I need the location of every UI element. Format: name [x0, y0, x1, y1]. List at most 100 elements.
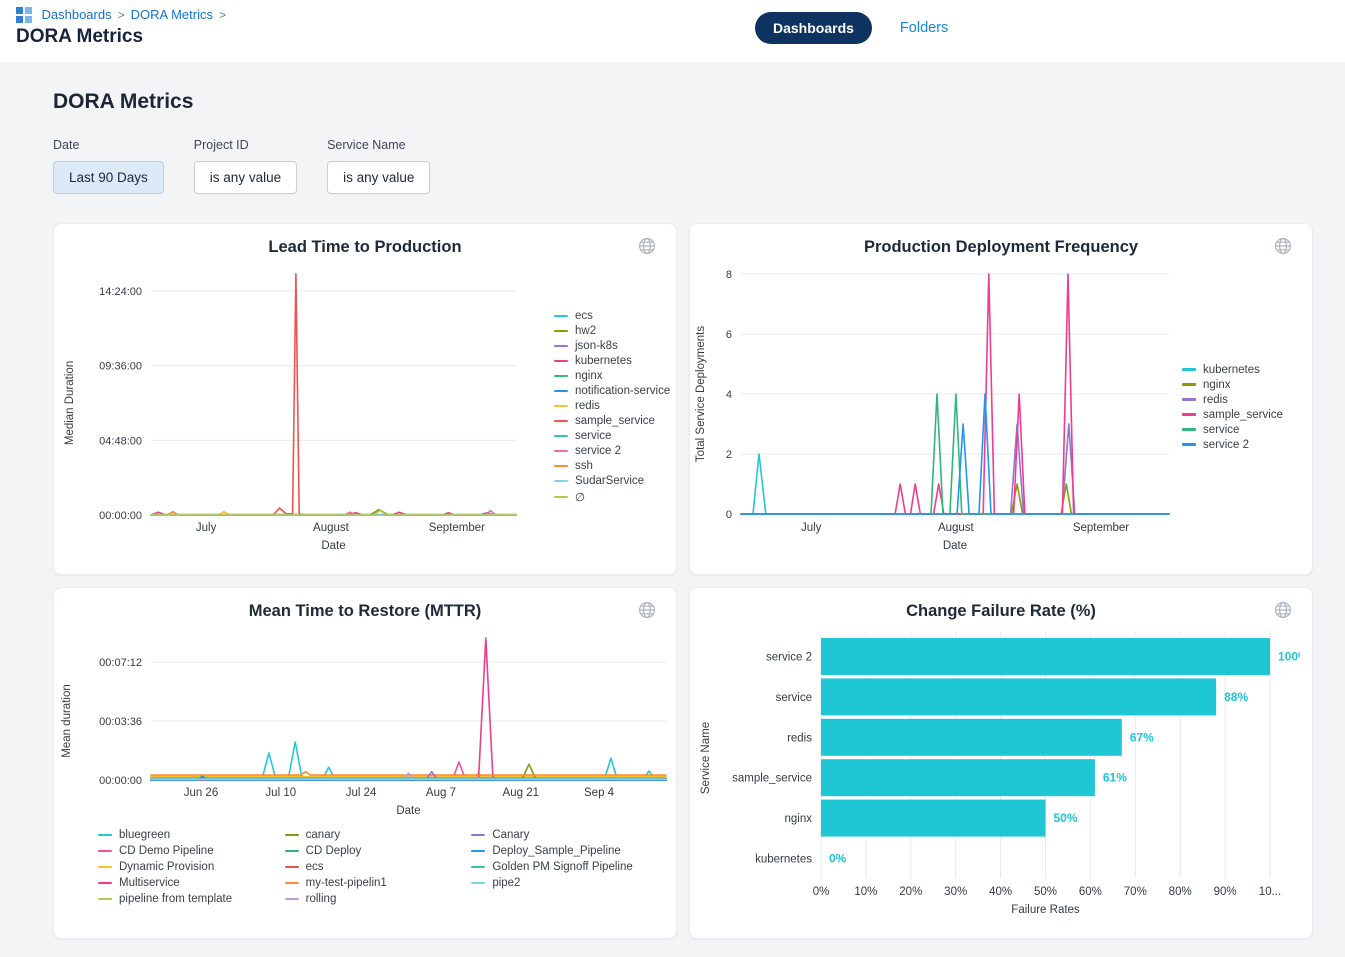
legend-item[interactable]: service: [554, 430, 670, 442]
legend-item[interactable]: Canary: [471, 829, 636, 841]
legend-label: kubernetes: [1203, 364, 1260, 376]
svg-text:00:00:00: 00:00:00: [99, 775, 142, 787]
tab-folders[interactable]: Folders: [900, 20, 948, 36]
legend-label: service 2: [1203, 439, 1249, 451]
legend-swatch: [554, 480, 568, 483]
svg-text:September: September: [1073, 522, 1129, 534]
globe-icon[interactable]: [638, 237, 656, 260]
legend-item[interactable]: redis: [554, 400, 670, 412]
legend-item[interactable]: service: [1182, 424, 1283, 436]
legend-item[interactable]: Deploy_Sample_Pipeline: [471, 845, 636, 857]
svg-text:Date: Date: [943, 540, 967, 552]
svg-text:Jul 24: Jul 24: [346, 787, 377, 799]
legend-swatch: [98, 898, 112, 901]
legend-label: kubernetes: [575, 355, 632, 367]
globe-icon-svg: [1274, 237, 1292, 255]
filter-project-id-button[interactable]: is any value: [194, 161, 297, 194]
svg-text:0: 0: [726, 509, 732, 521]
legend-item[interactable]: hw2: [554, 325, 670, 337]
filter-date-button[interactable]: Last 90 Days: [53, 161, 164, 194]
svg-text:Date: Date: [321, 540, 345, 552]
breadcrumb-link-dashboards[interactable]: Dashboards: [42, 7, 112, 22]
legend-item[interactable]: Golden PM Signoff Pipeline: [471, 861, 636, 873]
legend-label: nginx: [575, 370, 603, 382]
legend-item[interactable]: ∅: [554, 490, 670, 504]
legend-item[interactable]: sample_service: [554, 415, 670, 427]
legend-label: ecs: [575, 310, 593, 322]
legend-label: pipeline from template: [119, 893, 232, 905]
legend-item[interactable]: SudarService: [554, 475, 670, 487]
svg-text:Aug 21: Aug 21: [503, 787, 539, 799]
svg-text:40%: 40%: [989, 886, 1012, 898]
globe-icon[interactable]: [638, 601, 656, 624]
svg-text:30%: 30%: [944, 886, 967, 898]
legend-swatch: [1182, 413, 1196, 416]
legend-item[interactable]: redis: [1182, 394, 1283, 406]
view-tabs: Dashboards Folders: [755, 12, 948, 44]
legend-item[interactable]: service 2: [554, 445, 670, 457]
globe-icon-svg: [638, 601, 656, 619]
legend-item[interactable]: ecs: [554, 310, 670, 322]
legend-item[interactable]: nginx: [1182, 379, 1283, 391]
legend-label: sample_service: [1203, 409, 1283, 421]
svg-text:4: 4: [726, 389, 732, 401]
tab-dashboards[interactable]: Dashboards: [755, 12, 872, 44]
filter-service-name-button[interactable]: is any value: [327, 161, 430, 194]
legend-label: Golden PM Signoff Pipeline: [492, 861, 632, 873]
legend-label: ∅: [575, 490, 585, 504]
svg-text:88%: 88%: [1224, 690, 1248, 704]
svg-text:6: 6: [726, 329, 732, 341]
chart-title: Mean Time to Restore (MTTR): [54, 588, 676, 621]
legend-item[interactable]: ssh: [554, 460, 670, 472]
legend-item[interactable]: nginx: [554, 370, 670, 382]
chart-legend-deployment-frequency: kubernetes nginx redis sample_serviceservic…: [1182, 364, 1289, 451]
legend-label: json-k8s: [575, 340, 618, 352]
svg-text:Service Name: Service Name: [700, 722, 712, 794]
legend-swatch: [1182, 443, 1196, 446]
legend-swatch: [285, 834, 299, 837]
svg-text:90%: 90%: [1214, 886, 1237, 898]
deployment-frequency-chart-svg: 02468JulyAugustSeptemberDateTotal Servic…: [690, 257, 1182, 557]
legend-item[interactable]: CD Demo Pipeline: [98, 845, 263, 857]
chart-canvas-lead-time: 00:00:0004:48:0009:36:0014:24:00JulyAugu…: [54, 257, 554, 557]
legend-item[interactable]: canary: [285, 829, 450, 841]
legend-item[interactable]: bluegreen: [98, 829, 263, 841]
svg-text:61%: 61%: [1103, 771, 1127, 785]
chart-canvas-change-failure-rate: 0%10%20%30%40%50%60%70%80%90%10...servic…: [690, 621, 1312, 921]
svg-text:August: August: [938, 522, 975, 534]
svg-text:Aug 7: Aug 7: [426, 787, 456, 799]
filter-service-name-label: Service Name: [327, 138, 430, 152]
legend-swatch: [554, 405, 568, 408]
globe-icon[interactable]: [1274, 601, 1292, 624]
dashboard-content: DORA Metrics Date Last 90 Days Project I…: [0, 90, 1345, 939]
svg-text:0%: 0%: [829, 852, 847, 866]
legend-item[interactable]: rolling: [285, 893, 450, 905]
breadcrumb-link-dora-metrics[interactable]: DORA Metrics: [131, 7, 213, 22]
legend-swatch: [98, 850, 112, 853]
legend-swatch: [285, 866, 299, 869]
section-title: DORA Metrics: [53, 90, 1292, 114]
legend-item[interactable]: sample_service: [1182, 409, 1283, 421]
legend-item[interactable]: ecs: [285, 861, 450, 873]
svg-text:14:24:00: 14:24:00: [99, 286, 142, 298]
legend-item[interactable]: CD Deploy: [285, 845, 450, 857]
legend-item[interactable]: pipe2: [471, 877, 636, 889]
svg-text:50%: 50%: [1034, 886, 1057, 898]
legend-item[interactable]: notification-service: [554, 385, 670, 397]
legend-item[interactable]: Dynamic Provision: [98, 861, 263, 873]
legend-item[interactable]: pipeline from template: [98, 893, 263, 905]
chart-title: Production Deployment Frequency: [690, 224, 1312, 257]
legend-item[interactable]: Multiservice: [98, 877, 263, 889]
legend-label: CD Demo Pipeline: [119, 845, 214, 857]
filter-project-id-label: Project ID: [194, 138, 297, 152]
dora-metrics-page: Dashboards > DORA Metrics > DORA Metrics…: [0, 0, 1345, 957]
legend-item[interactable]: kubernetes: [554, 355, 670, 367]
svg-text:04:48:00: 04:48:00: [99, 435, 142, 447]
legend-item[interactable]: kubernetes: [1182, 364, 1283, 376]
globe-icon[interactable]: [1274, 237, 1292, 260]
legend-item[interactable]: json-k8s: [554, 340, 670, 352]
legend-item[interactable]: my-test-pipelin1: [285, 877, 450, 889]
legend-item[interactable]: service 2: [1182, 439, 1283, 451]
legend-swatch: [98, 834, 112, 837]
legend-label: ssh: [575, 460, 593, 472]
